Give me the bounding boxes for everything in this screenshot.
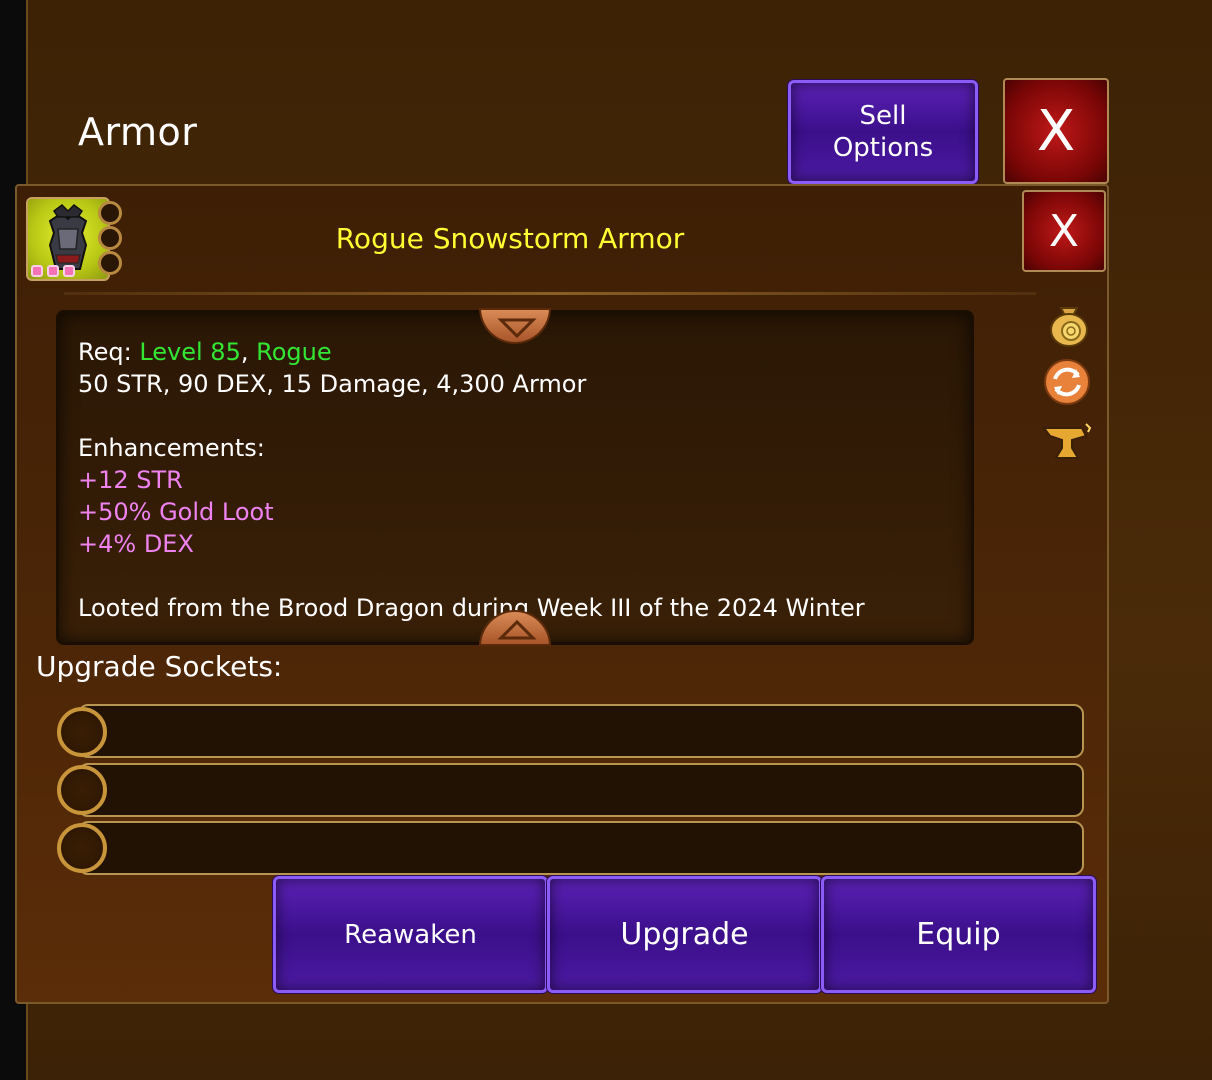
anvil-icon[interactable] [1042, 418, 1092, 468]
reawaken-button[interactable]: Reawaken [273, 876, 548, 993]
close-item-button[interactable]: X [1022, 190, 1106, 272]
gold-bag-icon[interactable] [1044, 298, 1094, 348]
socket-circle-icon [57, 707, 107, 757]
upgrade-socket-slot[interactable] [78, 821, 1084, 875]
item-socket-indicator [98, 251, 122, 275]
item-description: Req: Level 85, Rogue 50 STR, 90 DEX, 15 … [78, 336, 865, 624]
close-icon: X [1048, 205, 1080, 257]
chevron-down-icon [497, 318, 537, 338]
enhancement-item: +12 STR [78, 466, 183, 494]
item-socket-indicator [98, 201, 122, 225]
requirement-separator: , [240, 338, 257, 366]
chevron-up-icon [497, 620, 537, 640]
upgrade-button[interactable]: Upgrade [547, 876, 822, 993]
required-level: Level 85 [139, 338, 241, 366]
close-icon: X [1036, 98, 1076, 164]
requirement-label: Req: [78, 338, 140, 366]
gem-slot-2 [47, 265, 59, 277]
socket-circle-icon [57, 823, 107, 873]
enhancement-item: +50% Gold Loot [78, 498, 274, 526]
upgrade-socket-slot[interactable] [78, 763, 1084, 817]
socket-circle-icon [57, 765, 107, 815]
item-name: Rogue Snowstorm Armor [335, 222, 685, 255]
enhancement-item: +4% DEX [78, 530, 194, 558]
required-class: Rogue [256, 338, 332, 366]
enhancements-title: Enhancements: [78, 434, 265, 462]
page-title: Armor [78, 110, 198, 154]
lore-text: Looted from the Brood Dragon during Week… [78, 594, 865, 622]
item-socket-indicator [98, 226, 122, 250]
upgrade-sockets-title: Upgrade Sockets: [36, 650, 283, 683]
upgrade-socket-slot[interactable] [78, 704, 1084, 758]
requirement-line: Req: Level 85, Rogue [78, 336, 865, 368]
stats-line: 50 STR, 90 DEX, 15 Damage, 4,300 Armor [78, 370, 587, 398]
close-window-button[interactable]: X [1003, 78, 1109, 184]
divider [64, 292, 1036, 295]
recycle-icon[interactable] [1042, 357, 1092, 407]
sell-options-button[interactable]: Sell Options [788, 80, 978, 184]
equip-button[interactable]: Equip [821, 876, 1096, 993]
gem-slot-3 [63, 265, 75, 277]
gem-slot-1 [31, 265, 43, 277]
